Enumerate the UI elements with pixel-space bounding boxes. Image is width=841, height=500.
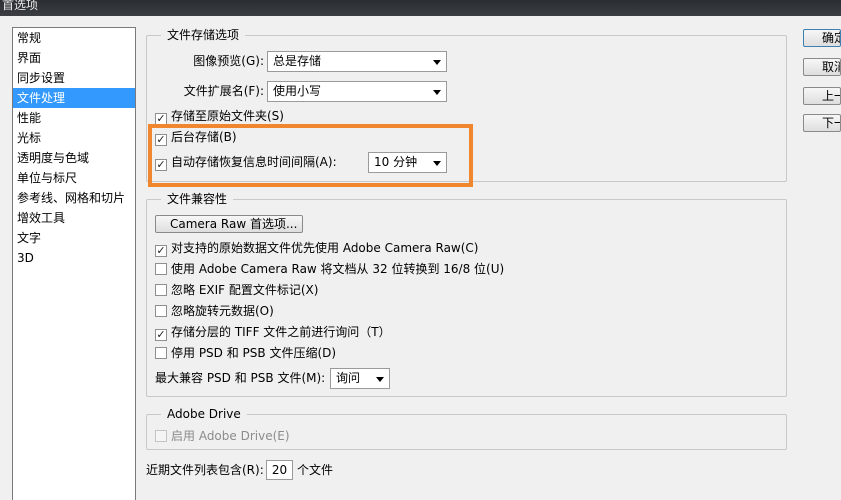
auto-save-interval-select[interactable]: 10 分钟 — [368, 152, 447, 173]
ignore-rotation-label: 忽略旋转元数据(O) — [171, 304, 274, 318]
sidebar-item-type[interactable]: 文字 — [13, 228, 135, 248]
prefer-camera-raw-label: 对支持的原始数据文件优先使用 Adobe Camera Raw(C) — [171, 241, 479, 255]
checkbox-box[interactable]: ✓ — [155, 329, 167, 341]
convert-32bit-label: 使用 Adobe Camera Raw 将文档从 32 位转换到 16/8 位(… — [171, 262, 505, 276]
checkbox-box[interactable]: ✓ — [155, 159, 167, 171]
ask-layered-tiff-label: 存储分层的 TIFF 文件之前进行询问（T） — [171, 325, 391, 339]
disable-psd-compression-checkbox[interactable]: 停用 PSD 和 PSB 文件压缩(D) — [155, 344, 336, 362]
image-preview-select[interactable]: 总是存储 — [267, 51, 447, 72]
checkbox-box[interactable] — [155, 284, 167, 296]
chevron-down-icon — [433, 161, 441, 166]
file-extension-value: 使用小写 — [273, 84, 322, 98]
sidebar-item-units-rulers[interactable]: 单位与标尺 — [13, 168, 135, 188]
next-button[interactable]: 下一个 — [803, 114, 841, 132]
sidebar-item-3d[interactable]: 3D — [13, 248, 135, 268]
ignore-exif-label: 忽略 EXIF 配置文件标记(X) — [171, 283, 319, 297]
cancel-button-label: 取消 — [822, 60, 840, 74]
previous-button-label: 上一个 — [822, 89, 840, 103]
convert-32bit-checkbox[interactable]: 使用 Adobe Camera Raw 将文档从 32 位转换到 16/8 位(… — [155, 260, 504, 278]
file-compatibility-title: 文件兼容性 — [161, 191, 234, 207]
window-title: 首选项 — [2, 0, 39, 12]
sidebar-item-performance[interactable]: 性能 — [13, 108, 135, 128]
chevron-down-icon — [433, 60, 441, 65]
sidebar-item-plugins[interactable]: 增效工具 — [13, 208, 135, 228]
checkbox-box[interactable]: ✓ — [155, 134, 167, 146]
checkbox-box[interactable] — [155, 430, 167, 442]
ignore-exif-checkbox[interactable]: 忽略 EXIF 配置文件标记(X) — [155, 281, 318, 299]
next-button-label: 下一个 — [822, 116, 840, 130]
category-list[interactable]: 常规 界面 同步设置 文件处理 性能 光标 透明度与色域 单位与标尺 参考线、网… — [12, 27, 136, 500]
auto-save-label: 自动存储恢复信息时间间隔(A): — [171, 155, 337, 169]
ok-button[interactable]: 确定 — [803, 29, 841, 47]
background-save-checkbox[interactable]: ✓ 后台存储(B) — [155, 128, 237, 146]
file-extension-label: 文件扩展名(F): — [183, 84, 264, 98]
max-compatibility-select[interactable]: 询问 — [330, 368, 390, 389]
save-to-original-folder-label: 存储至原始文件夹(S) — [171, 109, 284, 123]
save-to-original-folder-checkbox[interactable]: ✓ 存储至原始文件夹(S) — [155, 107, 284, 125]
auto-save-checkbox[interactable]: ✓ 自动存储恢复信息时间间隔(A): — [155, 153, 337, 171]
sidebar-item-file-handling[interactable]: 文件处理 — [13, 88, 135, 108]
camera-raw-preferences-label: Camera Raw 首选项... — [170, 217, 298, 231]
cancel-button[interactable]: 取消 — [803, 58, 841, 76]
disable-psd-compression-label: 停用 PSD 和 PSB 文件压缩(D) — [171, 346, 337, 360]
camera-raw-preferences-button[interactable]: Camera Raw 首选项... — [155, 215, 303, 233]
enable-adobe-drive-label: 启用 Adobe Drive(E) — [171, 429, 290, 443]
recent-files-unit: 个文件 — [297, 463, 334, 477]
auto-save-interval-value: 10 分钟 — [374, 155, 418, 169]
image-preview-value: 总是存储 — [273, 54, 322, 68]
sidebar-item-interface[interactable]: 界面 — [13, 48, 135, 68]
checkbox-box[interactable]: ✓ — [155, 245, 167, 257]
adobe-drive-title: Adobe Drive — [161, 406, 247, 422]
background-save-label: 后台存储(B) — [171, 130, 237, 144]
image-preview-label: 图像预览(G): — [193, 54, 264, 68]
previous-button[interactable]: 上一个 — [803, 87, 841, 105]
sidebar-item-sync-settings[interactable]: 同步设置 — [13, 68, 135, 88]
sidebar-item-guides-grid-slices[interactable]: 参考线、网格和切片 — [13, 188, 135, 208]
checkbox-box[interactable]: ✓ — [155, 113, 167, 125]
sidebar-item-cursors[interactable]: 光标 — [13, 128, 135, 148]
sidebar-item-general[interactable]: 常规 — [13, 28, 135, 48]
max-compatibility-label: 最大兼容 PSD 和 PSB 文件(M): — [155, 371, 326, 385]
enable-adobe-drive-checkbox[interactable]: 启用 Adobe Drive(E) — [155, 427, 290, 445]
file-saving-options-title: 文件存储选项 — [161, 27, 246, 43]
checkbox-box[interactable] — [155, 263, 167, 275]
ask-layered-tiff-checkbox[interactable]: ✓ 存储分层的 TIFF 文件之前进行询问（T） — [155, 323, 391, 341]
max-compatibility-value: 询问 — [336, 371, 361, 385]
chevron-down-icon — [376, 377, 384, 382]
prefer-camera-raw-checkbox[interactable]: ✓ 对支持的原始数据文件优先使用 Adobe Camera Raw(C) — [155, 239, 478, 257]
checkbox-box[interactable] — [155, 347, 167, 359]
sidebar-item-transparency-gamut[interactable]: 透明度与色域 — [13, 148, 135, 168]
ignore-rotation-checkbox[interactable]: 忽略旋转元数据(O) — [155, 302, 274, 320]
recent-files-input[interactable]: 20 — [266, 460, 293, 480]
recent-files-label: 近期文件列表包含(R): — [146, 463, 264, 477]
file-extension-select[interactable]: 使用小写 — [267, 81, 447, 102]
window-titlebar: 首选项 — [0, 0, 841, 16]
checkbox-box[interactable] — [155, 305, 167, 317]
chevron-down-icon — [433, 90, 441, 95]
ok-button-label: 确定 — [822, 31, 840, 45]
